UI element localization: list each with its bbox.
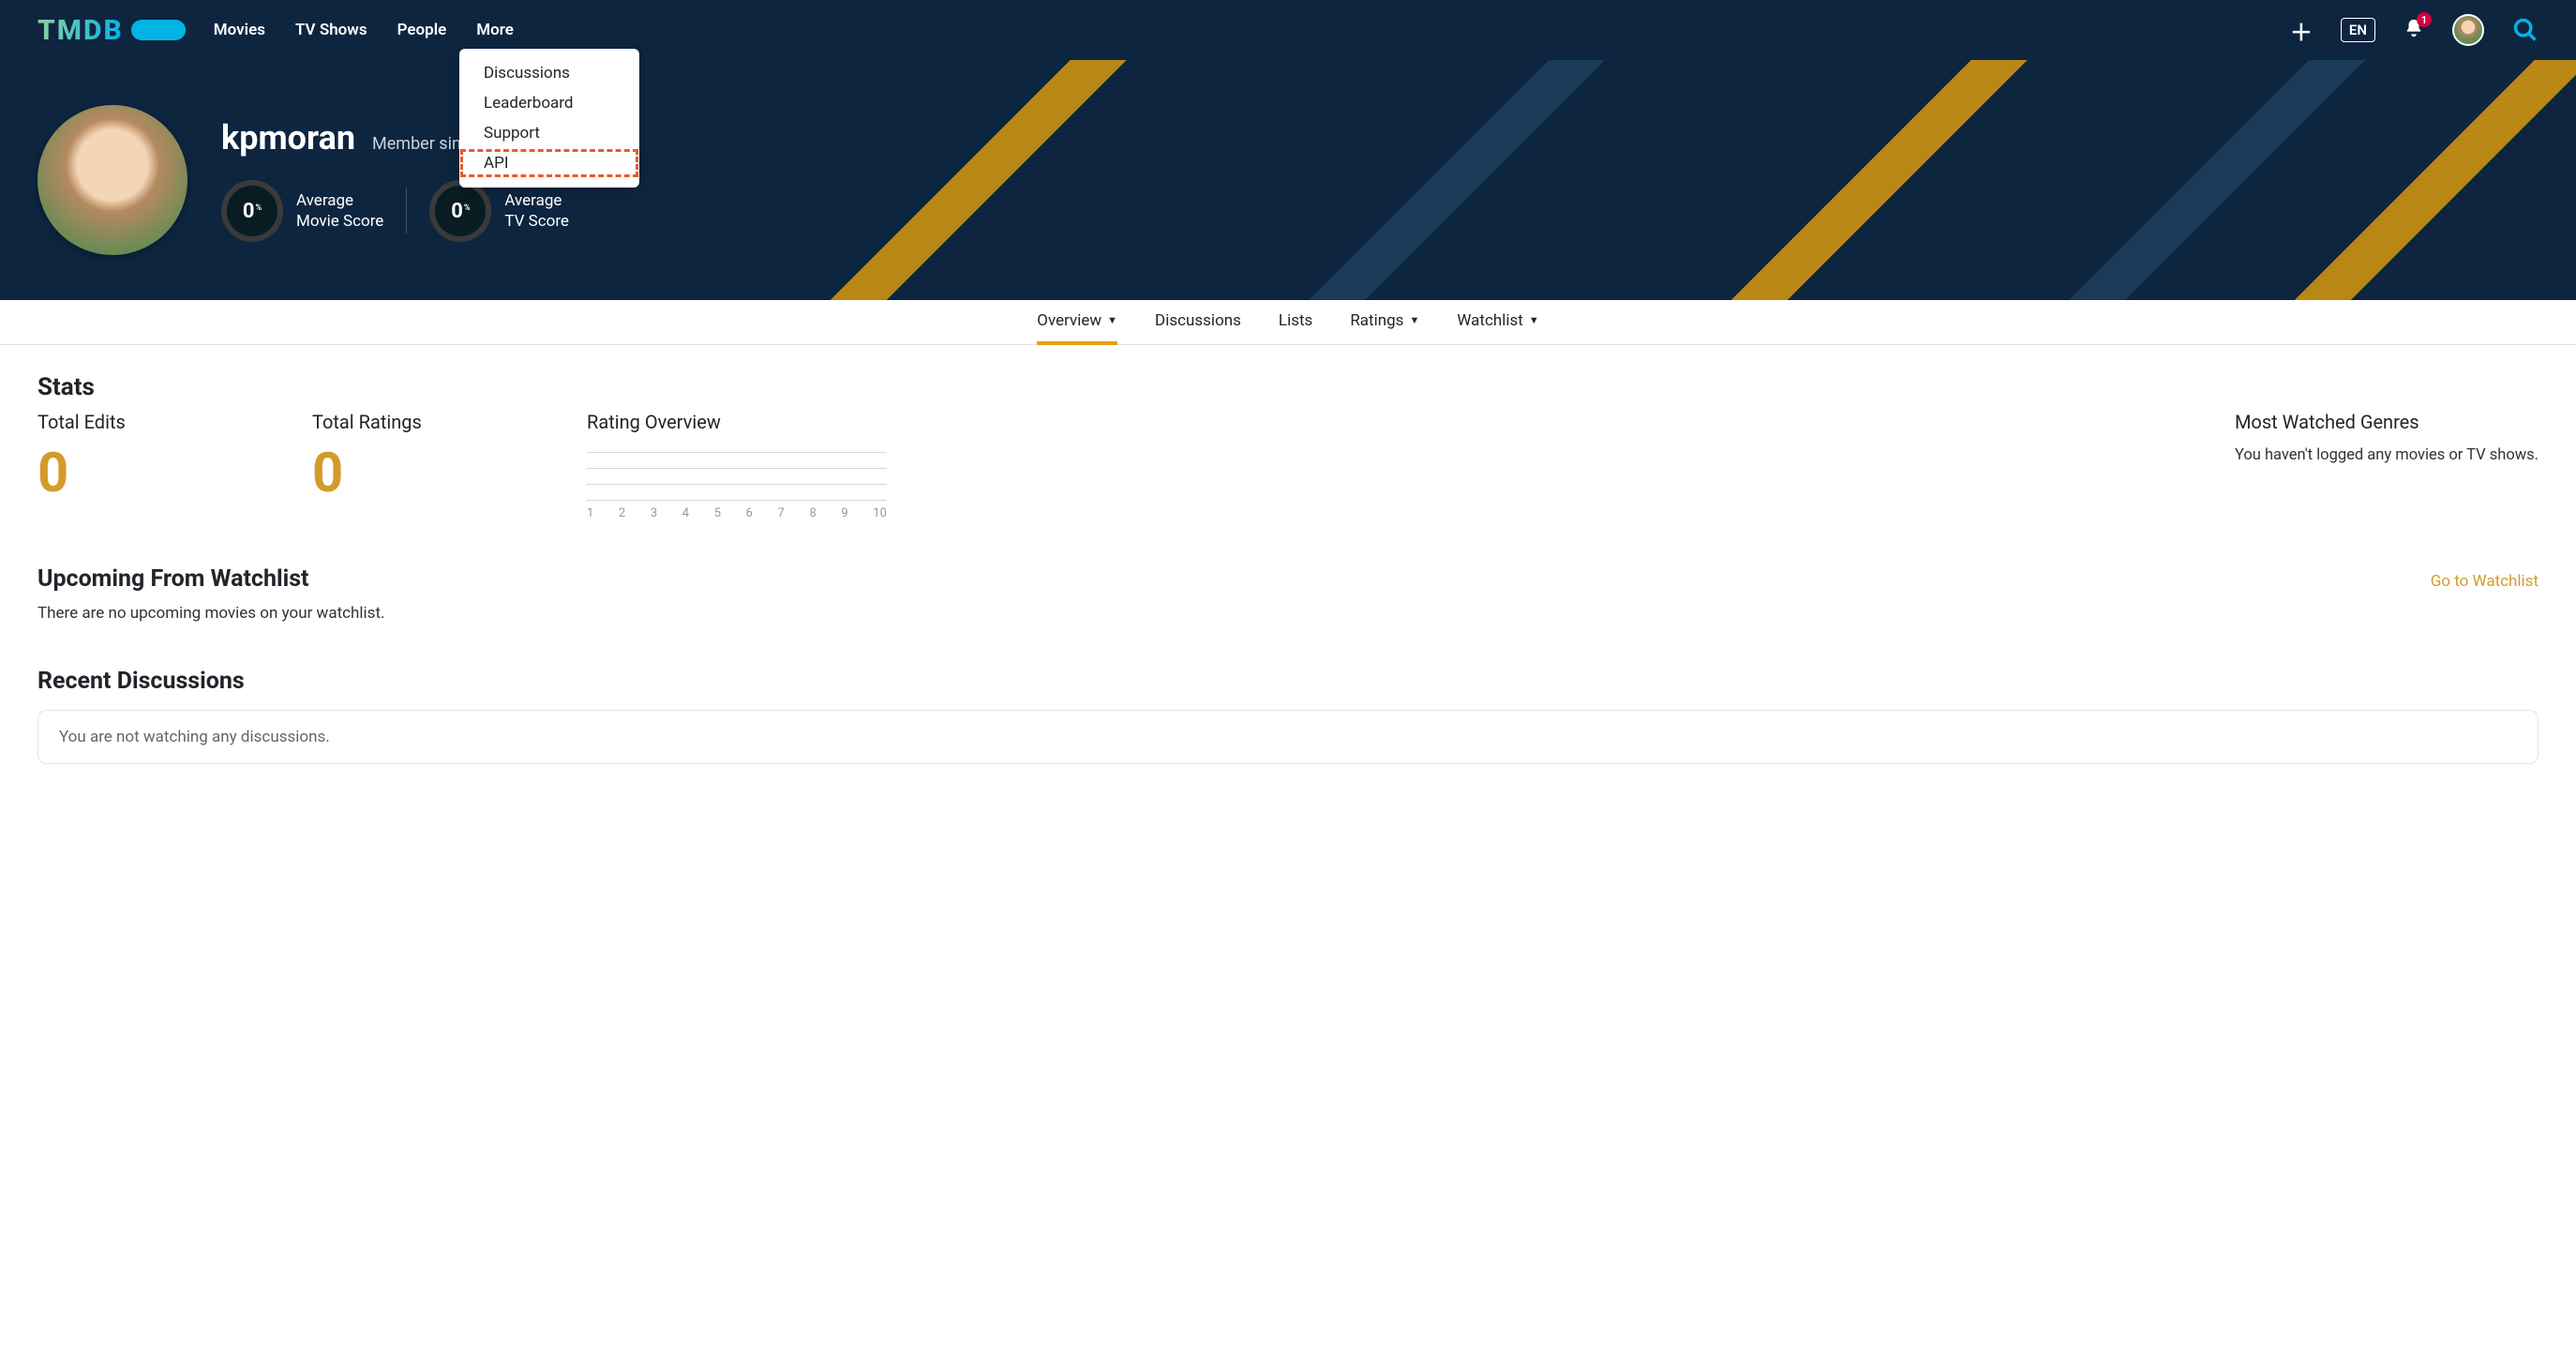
genres-col: Most Watched Genres You haven't logged a…	[2235, 411, 2539, 520]
search-icon[interactable]	[2512, 17, 2539, 43]
logo-text: TMDB	[37, 14, 124, 47]
stats-title: Stats	[37, 373, 2539, 401]
upcoming-title: Upcoming From Watchlist	[37, 565, 309, 593]
nav: Movies TV Shows People More	[214, 21, 514, 39]
total-edits-label: Total Edits	[37, 411, 312, 433]
tv-score-value: 0	[451, 200, 463, 223]
tab-lists[interactable]: Lists	[1279, 300, 1312, 345]
dropdown-api[interactable]: API	[459, 148, 639, 178]
tab-ratings[interactable]: Ratings▼	[1350, 300, 1419, 345]
nav-movies[interactable]: Movies	[214, 21, 265, 39]
total-edits-value: 0	[37, 446, 312, 501]
avatar[interactable]	[2452, 14, 2484, 46]
genres-text: You haven't logged any movies or TV show…	[2235, 446, 2539, 464]
total-ratings-value: 0	[312, 446, 587, 501]
rating-overview-col: Rating Overview 1 2 3 4 5 6 7 8 9 10	[587, 411, 861, 520]
movie-score-ring: 0%	[221, 180, 283, 242]
genres-label: Most Watched Genres	[2235, 411, 2539, 433]
caret-down-icon: ▼	[1409, 314, 1419, 326]
recent-discussions-title: Recent Discussions	[37, 668, 2539, 695]
movie-score-value: 0	[243, 200, 255, 223]
dropdown-leaderboard[interactable]: Leaderboard	[459, 88, 639, 118]
profile-banner: kpmoran Member since 0% Average Movie Sc…	[0, 60, 2576, 300]
header: TMDB Movies TV Shows People More ＋ EN 1 …	[0, 0, 2576, 60]
dropdown-support[interactable]: Support	[459, 118, 639, 148]
upcoming-text: There are no upcoming movies on your wat…	[37, 604, 2539, 623]
header-actions: ＋ EN 1	[2290, 14, 2539, 47]
tab-discussions[interactable]: Discussions	[1155, 300, 1241, 345]
nav-tv-shows[interactable]: TV Shows	[295, 21, 367, 39]
rating-overview-label: Rating Overview	[587, 411, 861, 433]
score-divider	[406, 188, 407, 233]
tv-score-ring: 0%	[429, 180, 491, 242]
content: Stats Total Edits 0 Total Ratings 0 Rati…	[0, 345, 2576, 792]
profile-avatar[interactable]	[37, 105, 187, 255]
tv-score-label: Average TV Score	[504, 190, 569, 232]
nav-people[interactable]: People	[397, 21, 447, 39]
caret-down-icon: ▼	[1107, 314, 1117, 326]
caret-down-icon: ▼	[1529, 314, 1539, 326]
recent-discussions-empty: You are not watching any discussions.	[37, 710, 2539, 764]
username: kpmoran	[221, 118, 355, 158]
rating-axis: 1 2 3 4 5 6 7 8 9 10	[587, 500, 887, 520]
go-to-watchlist-link[interactable]: Go to Watchlist	[2431, 572, 2539, 591]
profile-tabs: Overview▼ Discussions Lists Ratings▼ Wat…	[0, 300, 2576, 345]
tab-overview[interactable]: Overview▼	[1037, 300, 1117, 345]
movie-score-block: 0% Average Movie Score	[221, 180, 383, 242]
total-ratings-label: Total Ratings	[312, 411, 587, 433]
dropdown-discussions[interactable]: Discussions	[459, 58, 639, 88]
recent-discussions-section: Recent Discussions You are not watching …	[37, 668, 2539, 764]
tab-watchlist[interactable]: Watchlist▼	[1457, 300, 1538, 345]
tv-score-block: 0% Average TV Score	[429, 180, 569, 242]
upcoming-section: Upcoming From Watchlist Go to Watchlist …	[37, 565, 2539, 623]
notification-badge: 1	[2417, 12, 2432, 27]
more-dropdown: Discussions Leaderboard Support API	[459, 49, 639, 188]
movie-score-label: Average Movie Score	[296, 190, 383, 232]
rating-chart: 1 2 3 4 5 6 7 8 9 10	[587, 452, 887, 520]
add-icon[interactable]: ＋	[2290, 14, 2313, 47]
nav-more[interactable]: More	[476, 21, 514, 39]
total-ratings-col: Total Ratings 0	[312, 411, 587, 520]
logo[interactable]: TMDB	[37, 14, 186, 47]
language-selector[interactable]: EN	[2341, 18, 2375, 42]
total-edits-col: Total Edits 0	[37, 411, 312, 520]
logo-pill-icon	[131, 20, 186, 40]
notifications-button[interactable]: 1	[2404, 18, 2424, 42]
